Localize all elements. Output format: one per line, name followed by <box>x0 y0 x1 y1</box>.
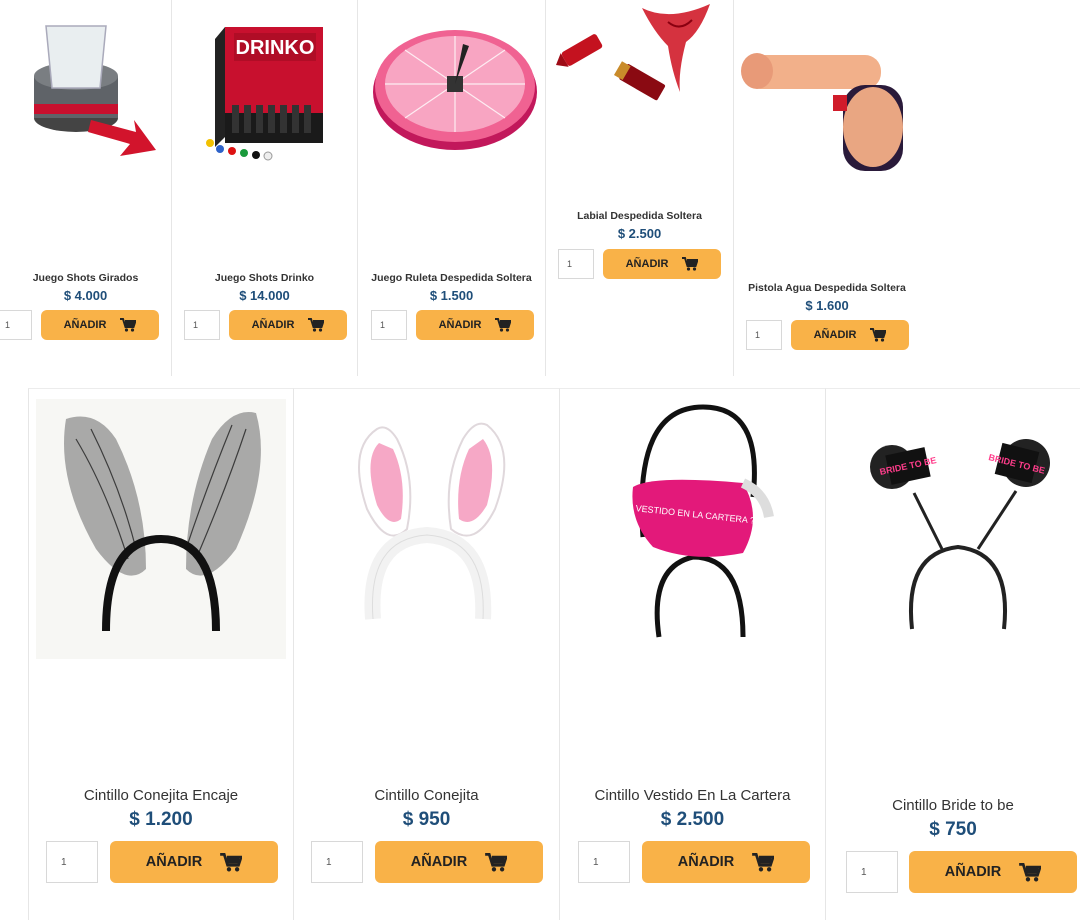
quantity-input[interactable] <box>0 310 32 340</box>
product-name[interactable]: Juego Shots Girados <box>0 272 171 284</box>
product-price: $ 1.500 <box>429 288 474 303</box>
cart-icon <box>308 318 325 332</box>
drinko-logo-text: DRINKO <box>235 37 314 59</box>
product-name[interactable]: Pistola Agua Despedida Soltera <box>734 282 920 294</box>
quantity-input[interactable] <box>184 310 220 340</box>
add-to-cart-button[interactable]: AÑADIR <box>110 841 278 883</box>
pink-purse-headband-image[interactable]: ¿ VESTIDO EN LA CARTERA ? <box>560 397 825 647</box>
product-name[interactable]: Labial Despedida Soltera <box>546 210 733 222</box>
product-price: $ 750 <box>929 819 977 840</box>
add-button-label: AÑADIR <box>145 854 203 870</box>
product-card: Labial Despedida Soltera $ 2.500 AÑADIR <box>546 0 734 376</box>
product-card: Juego Ruleta Despedida Soltera $ 1.500 A… <box>358 0 546 376</box>
product-price: $ 2.500 <box>660 809 725 830</box>
quantity-input[interactable] <box>311 841 363 883</box>
product-card: Cintillo Conejita $ 950 AÑADIR <box>294 388 560 920</box>
product-card: DRINKO Juego Shots Drinko $ 14.000 AÑADI… <box>172 0 358 376</box>
product-name[interactable]: Cintillo Conejita <box>294 787 559 804</box>
add-to-cart-button[interactable]: AÑADIR <box>41 310 159 340</box>
product-name[interactable]: Cintillo Conejita Encaje <box>29 787 293 804</box>
add-to-cart-button[interactable]: AÑADIR <box>642 841 810 883</box>
cart-icon <box>682 257 699 271</box>
add-to-cart-button[interactable]: AÑADIR <box>375 841 543 883</box>
quantity-input[interactable] <box>558 249 594 279</box>
cart-icon <box>485 852 508 872</box>
product-price: $ 4.000 <box>63 288 108 303</box>
cart-icon <box>870 328 887 342</box>
product-name[interactable]: Cintillo Bride to be <box>826 797 1080 814</box>
pink-roulette-image[interactable] <box>358 16 545 156</box>
add-button-label: AÑADIR <box>251 319 295 331</box>
product-name[interactable]: Juego Ruleta Despedida Soltera <box>358 272 545 284</box>
product-grid-bottom: Cintillo Conejita Encaje $ 1.200 AÑADIR … <box>28 388 1080 920</box>
quantity-input[interactable] <box>846 851 898 893</box>
quantity-input[interactable] <box>578 841 630 883</box>
product-grid-top: Juego Shots Girados $ 4.000 AÑADIR DRINK… <box>0 0 920 376</box>
cart-icon <box>495 318 512 332</box>
quantity-input[interactable] <box>371 310 407 340</box>
add-button-label: AÑADIR <box>813 329 857 341</box>
pink-bunny-ears-headband-image[interactable] <box>294 409 559 639</box>
cart-icon <box>1019 862 1042 882</box>
add-button-label: AÑADIR <box>677 854 735 870</box>
product-card: BRIDE TO BE BRIDE TO BE Cintillo Bride t… <box>826 388 1080 920</box>
add-button-label: AÑADIR <box>63 319 107 331</box>
add-button-label: AÑADIR <box>944 864 1002 880</box>
lace-bunny-ears-headband-image[interactable] <box>29 399 293 659</box>
add-to-cart-button[interactable]: AÑADIR <box>416 310 534 340</box>
product-name[interactable]: Juego Shots Drinko <box>172 272 357 284</box>
cart-icon <box>220 852 243 872</box>
add-button-label: AÑADIR <box>410 854 468 870</box>
add-to-cart-button[interactable]: AÑADIR <box>229 310 347 340</box>
add-button-label: AÑADIR <box>438 319 482 331</box>
cart-icon <box>120 318 137 332</box>
bride-to-be-headband-image[interactable]: BRIDE TO BE BRIDE TO BE <box>826 433 1080 653</box>
product-price: $ 1.600 <box>805 298 849 313</box>
product-card: Cintillo Conejita Encaje $ 1.200 AÑADIR <box>28 388 294 920</box>
quantity-input[interactable] <box>746 320 782 350</box>
product-price: $ 14.000 <box>239 288 290 303</box>
product-name[interactable]: Cintillo Vestido En La Cartera <box>560 787 825 804</box>
product-price: $ 1.200 <box>129 809 193 830</box>
product-price: $ 2.500 <box>617 226 662 241</box>
quantity-input[interactable] <box>46 841 98 883</box>
cart-icon <box>752 852 775 872</box>
drinko-game-image[interactable]: DRINKO <box>172 14 357 164</box>
product-card: Pistola Agua Despedida Soltera $ 1.600 A… <box>734 0 920 376</box>
product-card: Juego Shots Girados $ 4.000 AÑADIR <box>0 0 172 376</box>
water-pistol-image[interactable] <box>734 40 920 180</box>
add-to-cart-button[interactable]: AÑADIR <box>603 249 721 279</box>
add-to-cart-button[interactable]: AÑADIR <box>791 320 909 350</box>
product-price: $ 950 <box>402 809 451 830</box>
spin-shot-glass-game-image[interactable] <box>0 8 171 158</box>
add-to-cart-button[interactable]: AÑADIR <box>909 851 1077 893</box>
add-button-label: AÑADIR <box>625 258 669 270</box>
product-card: ¿ VESTIDO EN LA CARTERA ? Cintillo Vesti… <box>560 388 826 920</box>
lipstick-lingerie-image[interactable] <box>546 2 733 118</box>
